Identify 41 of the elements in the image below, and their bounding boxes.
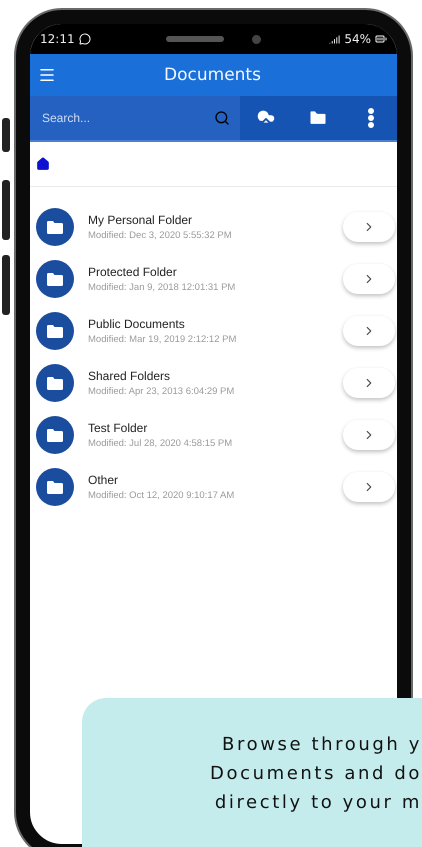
- chat-icon: [78, 33, 91, 45]
- caption-text: directly to your m: [214, 791, 422, 815]
- status-time: 12:11: [40, 32, 75, 46]
- folder-name: My Personal Folder: [88, 213, 194, 227]
- modified-date: Modified: Mar 19, 2019 2:12:12 PM: [88, 334, 238, 345]
- open-button[interactable]: [343, 420, 395, 450]
- search-field[interactable]: Search...: [30, 96, 240, 140]
- modified-date: Modified: Apr 23, 2013 6:04:29 PM: [88, 386, 236, 397]
- modified-date: Modified: Dec 3, 2020 5:55:32 PM: [88, 230, 233, 241]
- caption-text: Documents and do: [210, 762, 422, 786]
- folder-name: Protected Folder: [88, 265, 178, 279]
- folder-name: Public Documents: [88, 317, 186, 331]
- modified-date: Modified: Jan 9, 2018 12:01:31 PM: [88, 282, 236, 293]
- open-button[interactable]: [343, 316, 395, 346]
- caption-text: Browse through y: [222, 733, 422, 757]
- battery-percent: 54%: [344, 32, 371, 46]
- open-button[interactable]: [343, 212, 395, 242]
- folder-icon: [36, 364, 74, 402]
- signal-icon: [329, 34, 340, 44]
- search-input[interactable]: Search...: [40, 110, 208, 126]
- modified-date: Modified: Jul 28, 2020 4:58:15 PM: [88, 438, 234, 449]
- menu-icon[interactable]: [38, 66, 56, 84]
- speaker-grille: [166, 36, 224, 42]
- open-button[interactable]: [343, 264, 395, 294]
- search-icon: [214, 110, 230, 126]
- folder-name: Shared Folders: [88, 369, 172, 383]
- modified-date: Modified: Oct 12, 2020 9:10:17 AM: [88, 490, 236, 501]
- folder-icon: [36, 260, 74, 298]
- folder-icon: [36, 312, 74, 350]
- open-button[interactable]: [343, 368, 395, 398]
- battery-icon: [375, 33, 387, 45]
- folder-icon: [36, 208, 74, 246]
- folder-name: Other: [88, 473, 120, 487]
- front-camera: [252, 34, 261, 44]
- folder-icon: [36, 468, 74, 506]
- open-button[interactable]: [343, 472, 395, 502]
- folder-icon: [36, 416, 74, 454]
- more-icon: [368, 108, 374, 128]
- app-title: Documents: [163, 65, 262, 85]
- folder-name: Test Folder: [88, 421, 148, 435]
- home-icon[interactable]: [36, 157, 50, 171]
